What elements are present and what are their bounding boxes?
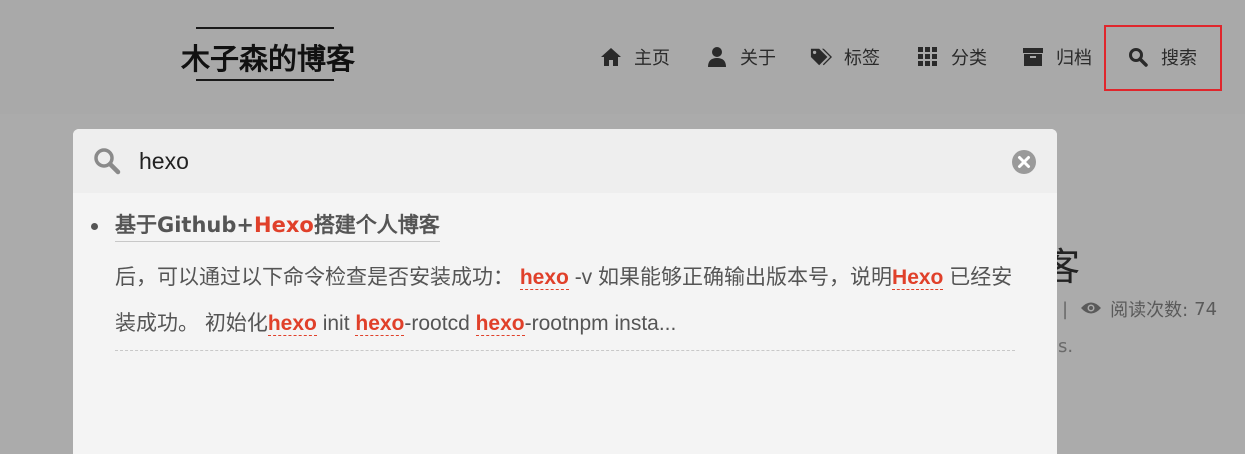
- nav-label: 主页: [634, 48, 670, 69]
- nav-label: 关于: [740, 48, 776, 69]
- result-title-link[interactable]: 基于Github+Hexo搭建个人博客: [115, 209, 440, 242]
- result-snippet: 后，可以通过以下命令检查是否安装成功： hexo -v 如果能够正确输出版本号，…: [115, 255, 1015, 347]
- nav-item-home[interactable]: 主页: [600, 42, 670, 72]
- search-bar: [73, 129, 1057, 193]
- snippet-keyword: hexo: [355, 312, 405, 336]
- nav-label: 分类: [951, 48, 987, 69]
- site-logo[interactable]: 木子森的博客: [173, 27, 363, 81]
- clear-search-icon[interactable]: [1011, 149, 1037, 179]
- nav-item-archive[interactable]: 归档: [1022, 42, 1092, 72]
- archive-icon: [1022, 46, 1044, 68]
- result-divider: [115, 350, 1015, 351]
- nav-item-categories[interactable]: 分类: [917, 42, 987, 72]
- result-title-keyword: Hexo: [254, 213, 314, 237]
- list-bullet: [91, 223, 98, 230]
- nav-item-tags[interactable]: 标签: [810, 42, 880, 72]
- grid-icon: [917, 46, 939, 68]
- nav-label: 归档: [1056, 48, 1092, 69]
- snippet-text: init: [316, 312, 356, 335]
- nav-label: 标签: [844, 48, 880, 69]
- home-icon: [600, 46, 622, 68]
- snippet-keyword: hexo: [519, 266, 569, 290]
- user-icon: [706, 46, 728, 68]
- search-icon: [93, 147, 121, 179]
- snippet-keyword: hexo: [475, 312, 525, 336]
- tags-icon: [810, 46, 832, 68]
- eye-icon: [1080, 299, 1102, 320]
- snippet-text: -v 如果能够正确输出版本号，说明: [568, 266, 893, 289]
- site-header: 木子森的博客 主页 关于 标签 分类 归档 搜索: [0, 0, 1245, 114]
- read-count-value: 74: [1194, 298, 1218, 320]
- search-highlight-box: [1104, 25, 1222, 91]
- snippet-text: -rootnpm insta...: [524, 312, 677, 335]
- snippet-keyword: hexo: [267, 312, 317, 336]
- search-popup: 基于Github+Hexo搭建个人博客 后，可以通过以下命令检查是否安装成功： …: [73, 129, 1057, 454]
- snippet-text: -rootcd: [404, 312, 476, 335]
- meta-separator: |: [1062, 298, 1069, 320]
- post-meta: | 阅读次数: 74: [1062, 296, 1217, 322]
- logo-bottom-line: [196, 79, 334, 81]
- site-logo-text[interactable]: 木子森的博客: [173, 36, 363, 78]
- nav-item-about[interactable]: 关于: [706, 42, 776, 72]
- read-count-label: 阅读次数:: [1110, 300, 1189, 321]
- snippet-keyword: Hexo: [892, 266, 944, 290]
- post-text-fragment: s.: [1058, 336, 1074, 357]
- result-title-suffix: 搭建个人博客: [313, 213, 440, 237]
- snippet-text: 后，可以通过以下命令检查是否安装成功：: [115, 266, 520, 289]
- logo-top-line: [196, 27, 334, 29]
- search-input[interactable]: [139, 143, 989, 179]
- result-title-prefix: 基于Github+: [115, 213, 255, 237]
